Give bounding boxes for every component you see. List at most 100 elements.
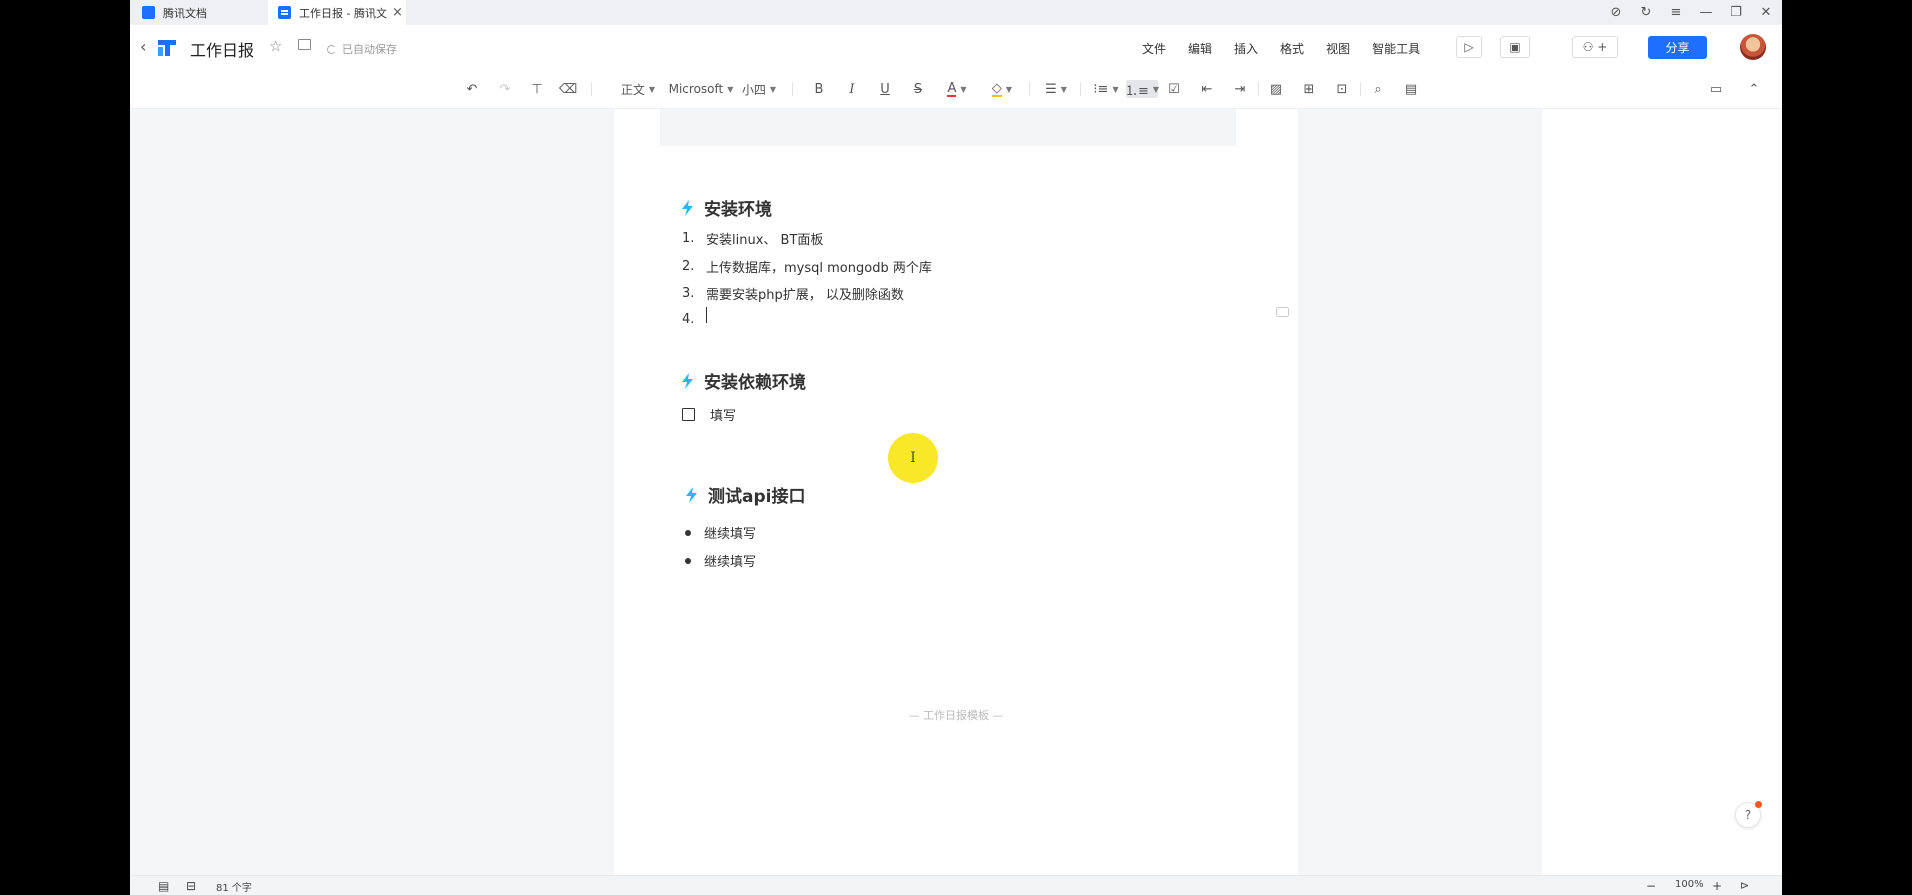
indent-icon[interactable]: ⇥ [1232, 80, 1248, 98]
page-setup-icon[interactable]: ▤ [1403, 80, 1419, 98]
bullet-list-button[interactable]: ⁝≡ ▼ [1092, 80, 1120, 98]
section-heading[interactable]: 安装环境 [681, 195, 772, 220]
list-item-text: 安装linux、 BT面板 [706, 233, 824, 248]
minimize-icon[interactable]: — [1698, 5, 1714, 20]
menu-edit[interactable]: 编辑 [1188, 40, 1212, 57]
menu-format[interactable]: 格式 [1280, 40, 1304, 57]
screencast-button[interactable]: ▣ [1500, 36, 1530, 58]
close-icon[interactable]: ✕ [1758, 5, 1774, 20]
image-icon[interactable]: ▨ [1268, 80, 1284, 98]
bullet-list-icon: ⁝≡ [1093, 81, 1109, 97]
quote-block [660, 109, 1236, 146]
section-heading-text: 测试api接口 [708, 487, 806, 507]
list-item[interactable]: 1. 安装linux、 BT面板 [682, 229, 823, 248]
bullet-dot [685, 529, 691, 536]
chevron-down-icon: ▼ [1112, 84, 1119, 94]
zoom-level[interactable]: 100% [1675, 879, 1704, 890]
lightning-icon [686, 486, 697, 503]
tab-work-daily[interactable]: 工作日报 - 腾讯文 × [268, 0, 406, 25]
play-icon[interactable]: ⊳ [1740, 879, 1749, 892]
help-label: ? [1744, 808, 1752, 822]
list-item[interactable]: 4. [682, 312, 706, 327]
doc-title[interactable]: 工作日报 [190, 37, 254, 61]
compass-icon[interactable]: ⊘ [1608, 5, 1624, 20]
underline-button[interactable]: U [877, 80, 893, 98]
bullet-item[interactable]: 继续填写 [682, 551, 756, 570]
redo-icon[interactable]: ↷ [497, 80, 513, 98]
present-button[interactable]: ▷ [1456, 36, 1482, 58]
table-icon[interactable]: ⊞ [1301, 80, 1317, 98]
window-controls: ⊘ ↻ ≡ — ❐ ✕ [1608, 0, 1774, 25]
toolbar-divider [1029, 82, 1030, 96]
outdent-icon[interactable]: ⇤ [1199, 80, 1215, 98]
outline-icon[interactable]: ▤ [158, 879, 169, 893]
add-comment-icon[interactable] [1276, 307, 1289, 317]
doc-header: ‹ 工作日报 ☆ 已自动保存 文件 编辑 插入 格式 视图 智能工具 ▷ ▣ ⚇… [130, 25, 1782, 69]
back-icon[interactable]: ‹ [140, 37, 146, 56]
section-heading[interactable]: 安装依赖环境 [681, 368, 806, 393]
list-item[interactable]: 2. 上传数据库，mysql mongodb 两个库 [682, 257, 932, 276]
chevron-down-icon: ▼ [1005, 84, 1013, 94]
paragraph-style-select[interactable]: 正文 ▼ [614, 80, 662, 98]
add-user-icon: ⚇ + [1582, 40, 1608, 54]
bullet-item[interactable]: 继续填写 [682, 523, 756, 542]
font-size-select[interactable]: 小四 ▼ [738, 80, 780, 98]
list-number: 3. [682, 286, 695, 301]
checklist-item[interactable]: 填写 [682, 405, 736, 424]
play-icon: ▷ [1464, 40, 1474, 54]
app-window: 腾讯文档 工作日报 - 腾讯文 × ⊘ ↻ ≡ — ❐ ✕ ‹ 工作日报 ☆ 已… [130, 0, 1782, 895]
bullet-item-text: 继续填写 [704, 555, 757, 570]
share-button[interactable]: 分享 [1648, 36, 1707, 59]
align-button[interactable]: ☰ ▼ [1042, 80, 1070, 98]
template-footer: — 工作日报模板 — [908, 709, 1004, 722]
undo-icon[interactable]: ↶ [464, 80, 480, 98]
clear-format-icon[interactable]: ⌫ [559, 80, 577, 98]
zoom-out-button[interactable]: − [1646, 879, 1656, 893]
comments-panel-icon[interactable]: ▭ [1708, 80, 1724, 98]
tencent-docs-logo-icon[interactable] [156, 38, 178, 58]
format-painter-icon[interactable]: ⊤ [529, 80, 545, 98]
add-collaborator-button[interactable]: ⚇ + [1572, 36, 1618, 58]
bullet-dot [685, 557, 691, 564]
comment-insert-icon[interactable]: ⊡ [1334, 80, 1350, 98]
highlight-button[interactable]: ◇ ▼ [988, 80, 1016, 98]
ordered-list-button[interactable]: ⒈≡ ▼ [1125, 80, 1159, 99]
menu-file[interactable]: 文件 [1142, 40, 1166, 57]
bullet-item-text: 继续填写 [704, 527, 757, 542]
menu-icon[interactable]: ≡ [1668, 5, 1684, 20]
menu-insert[interactable]: 插入 [1234, 40, 1258, 57]
italic-button[interactable]: I [844, 80, 860, 98]
document-page[interactable]: 安装环境 1. 安装linux、 BT面板 2. 上传数据库，mysql mongo… [614, 109, 1298, 875]
bold-button[interactable]: B [811, 80, 827, 98]
text-color-icon: A [947, 80, 957, 97]
list-item[interactable]: 3. 需要安装php扩展， 以及删除函数 [682, 284, 904, 303]
restore-icon[interactable]: ❐ [1728, 5, 1744, 20]
mouse-cursor-highlight: I [888, 433, 938, 483]
avatar[interactable] [1740, 34, 1766, 60]
toolbar-divider [1080, 82, 1081, 96]
help-button[interactable]: ? [1735, 801, 1762, 828]
text-color-button[interactable]: A ▼ [943, 80, 971, 98]
checklist-icon[interactable]: ☑ [1166, 80, 1182, 98]
tab-bar: 腾讯文档 工作日报 - 腾讯文 × ⊘ ↻ ≡ — ❐ ✕ [130, 0, 1782, 25]
collapse-toolbar-icon[interactable]: ⌃ [1746, 80, 1762, 98]
text-cursor-glyph: I [910, 450, 916, 466]
word-count: 81 个字 [216, 883, 252, 894]
star-icon[interactable]: ☆ [269, 37, 282, 55]
zoom-in-button[interactable]: + [1712, 879, 1722, 893]
tab-label: 腾讯文档 [163, 6, 207, 20]
checklist-item-text: 填写 [710, 409, 737, 424]
checkbox[interactable] [682, 408, 695, 421]
strikethrough-button[interactable]: S [910, 80, 926, 98]
menu-view[interactable]: 视图 [1326, 40, 1350, 57]
tab-tencent-docs[interactable]: 腾讯文档 [130, 0, 268, 25]
tab-close-icon[interactable]: × [392, 5, 403, 20]
font-family-select[interactable]: Microsoft ▼ [667, 80, 735, 98]
menu-smart-tools[interactable]: 智能工具 [1372, 40, 1420, 57]
refresh-icon[interactable]: ↻ [1638, 5, 1654, 20]
section-heading[interactable]: 测试api接口 [685, 482, 805, 507]
page-view-icon[interactable]: ⊟ [186, 879, 196, 893]
lightning-icon [682, 199, 693, 216]
find-replace-icon[interactable]: ⌕ [1370, 80, 1386, 98]
folder-icon[interactable] [298, 39, 311, 50]
